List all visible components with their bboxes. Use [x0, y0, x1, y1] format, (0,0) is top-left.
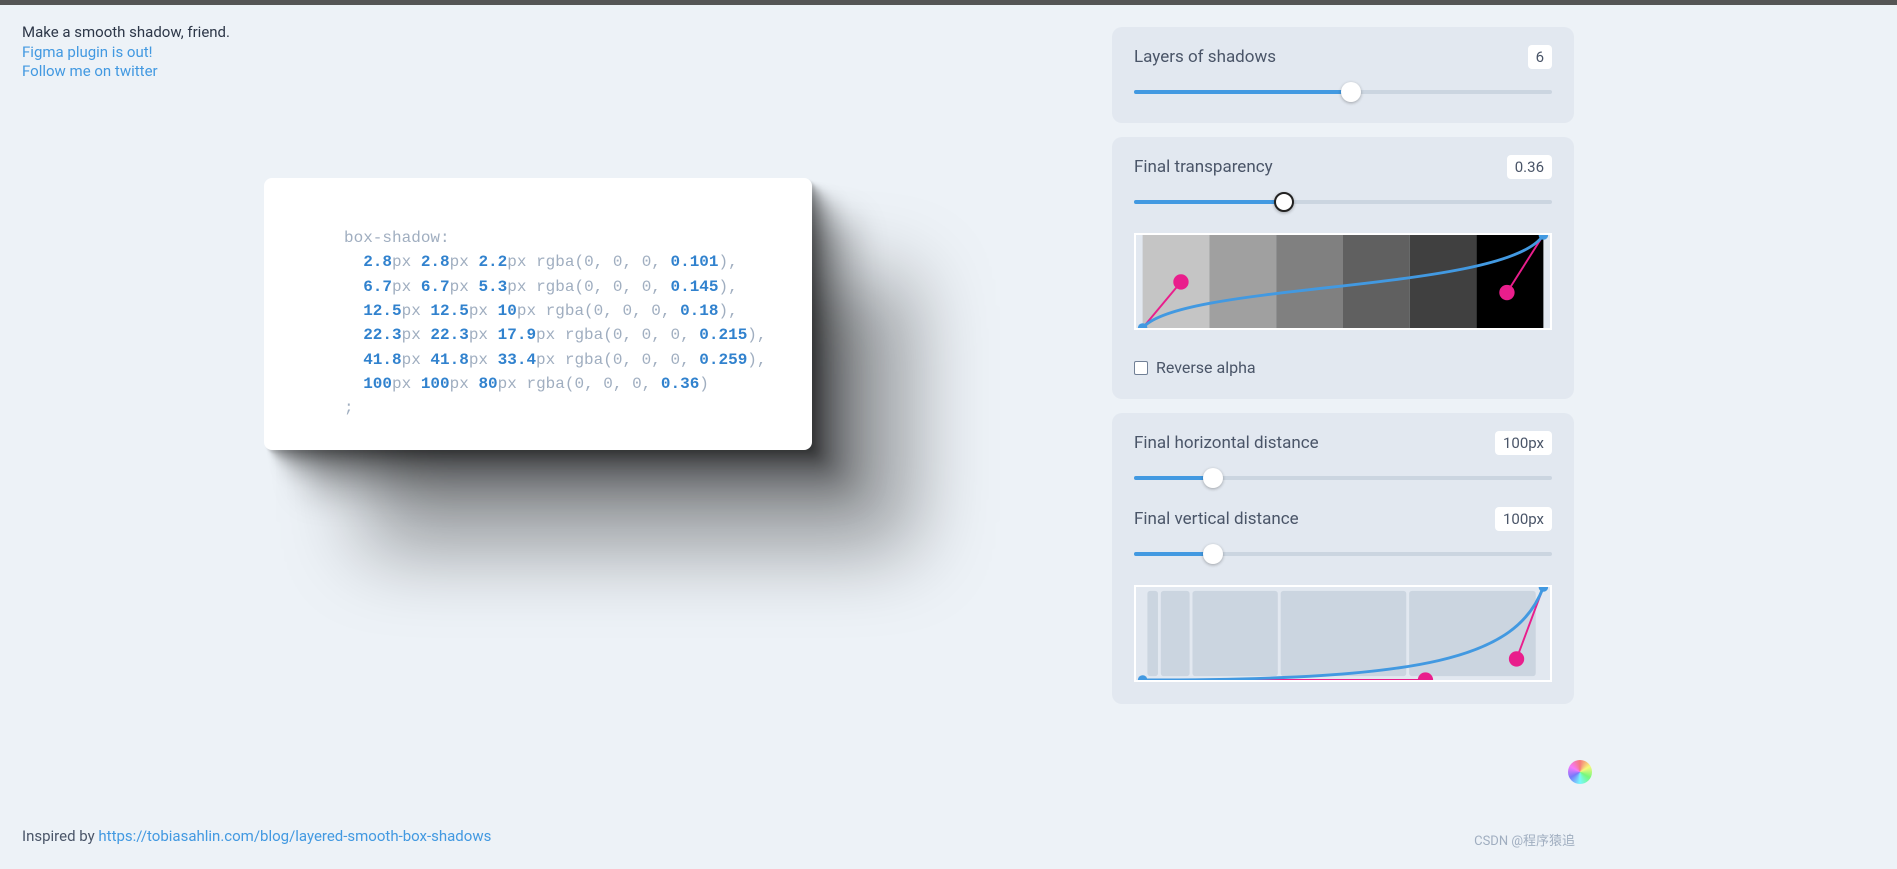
layers-panel: Layers of shadows 6: [1112, 27, 1574, 123]
transparency-label: Final transparency: [1134, 157, 1273, 177]
controls-sidebar: Layers of shadows 6 Final transparency 0…: [1112, 27, 1574, 704]
footer-prefix: Inspired by: [22, 827, 98, 845]
distance-panel: Final horizontal distance 100px Final ve…: [1112, 413, 1574, 704]
layers-value: 6: [1528, 45, 1552, 69]
vdist-value: 100px: [1495, 507, 1552, 531]
header: Make a smooth shadow, friend. Figma plug…: [22, 23, 230, 82]
hdist-slider[interactable]: [1134, 469, 1552, 487]
transparency-value: 0.36: [1507, 155, 1552, 179]
transparency-slider[interactable]: [1134, 193, 1552, 211]
watermark: CSDN @程序猿追: [1474, 830, 1575, 849]
layers-slider[interactable]: [1134, 83, 1552, 101]
footer-link[interactable]: https://tobiasahlin.com/blog/layered-smo…: [98, 827, 491, 845]
twitter-link[interactable]: Follow me on twitter: [22, 62, 230, 82]
reverse-alpha-label: Reverse alpha: [1156, 358, 1256, 377]
reverse-alpha-checkbox[interactable]: [1134, 361, 1148, 375]
layers-label: Layers of shadows: [1134, 47, 1276, 67]
vdist-label: Final vertical distance: [1134, 509, 1299, 529]
alpha-curve[interactable]: [1134, 233, 1552, 330]
top-border: [0, 0, 1897, 5]
color-picker-icon[interactable]: [1568, 760, 1592, 784]
distance-curve[interactable]: [1134, 585, 1552, 682]
shadow-preview-card: box-shadow: 2.8px 2.8px 2.2px rgba(0, 0,…: [264, 178, 812, 450]
hdist-value: 100px: [1495, 431, 1552, 455]
transparency-panel: Final transparency 0.36 Reverse alpha: [1112, 137, 1574, 399]
reverse-alpha-row[interactable]: Reverse alpha: [1134, 358, 1552, 377]
footer: Inspired by https://tobiasahlin.com/blog…: [22, 827, 491, 845]
vdist-slider[interactable]: [1134, 545, 1552, 563]
hdist-label: Final horizontal distance: [1134, 433, 1319, 453]
page-title: Make a smooth shadow, friend.: [22, 23, 230, 43]
figma-plugin-link[interactable]: Figma plugin is out!: [22, 43, 230, 63]
css-code[interactable]: box-shadow: 2.8px 2.8px 2.2px rgba(0, 0,…: [344, 226, 774, 421]
